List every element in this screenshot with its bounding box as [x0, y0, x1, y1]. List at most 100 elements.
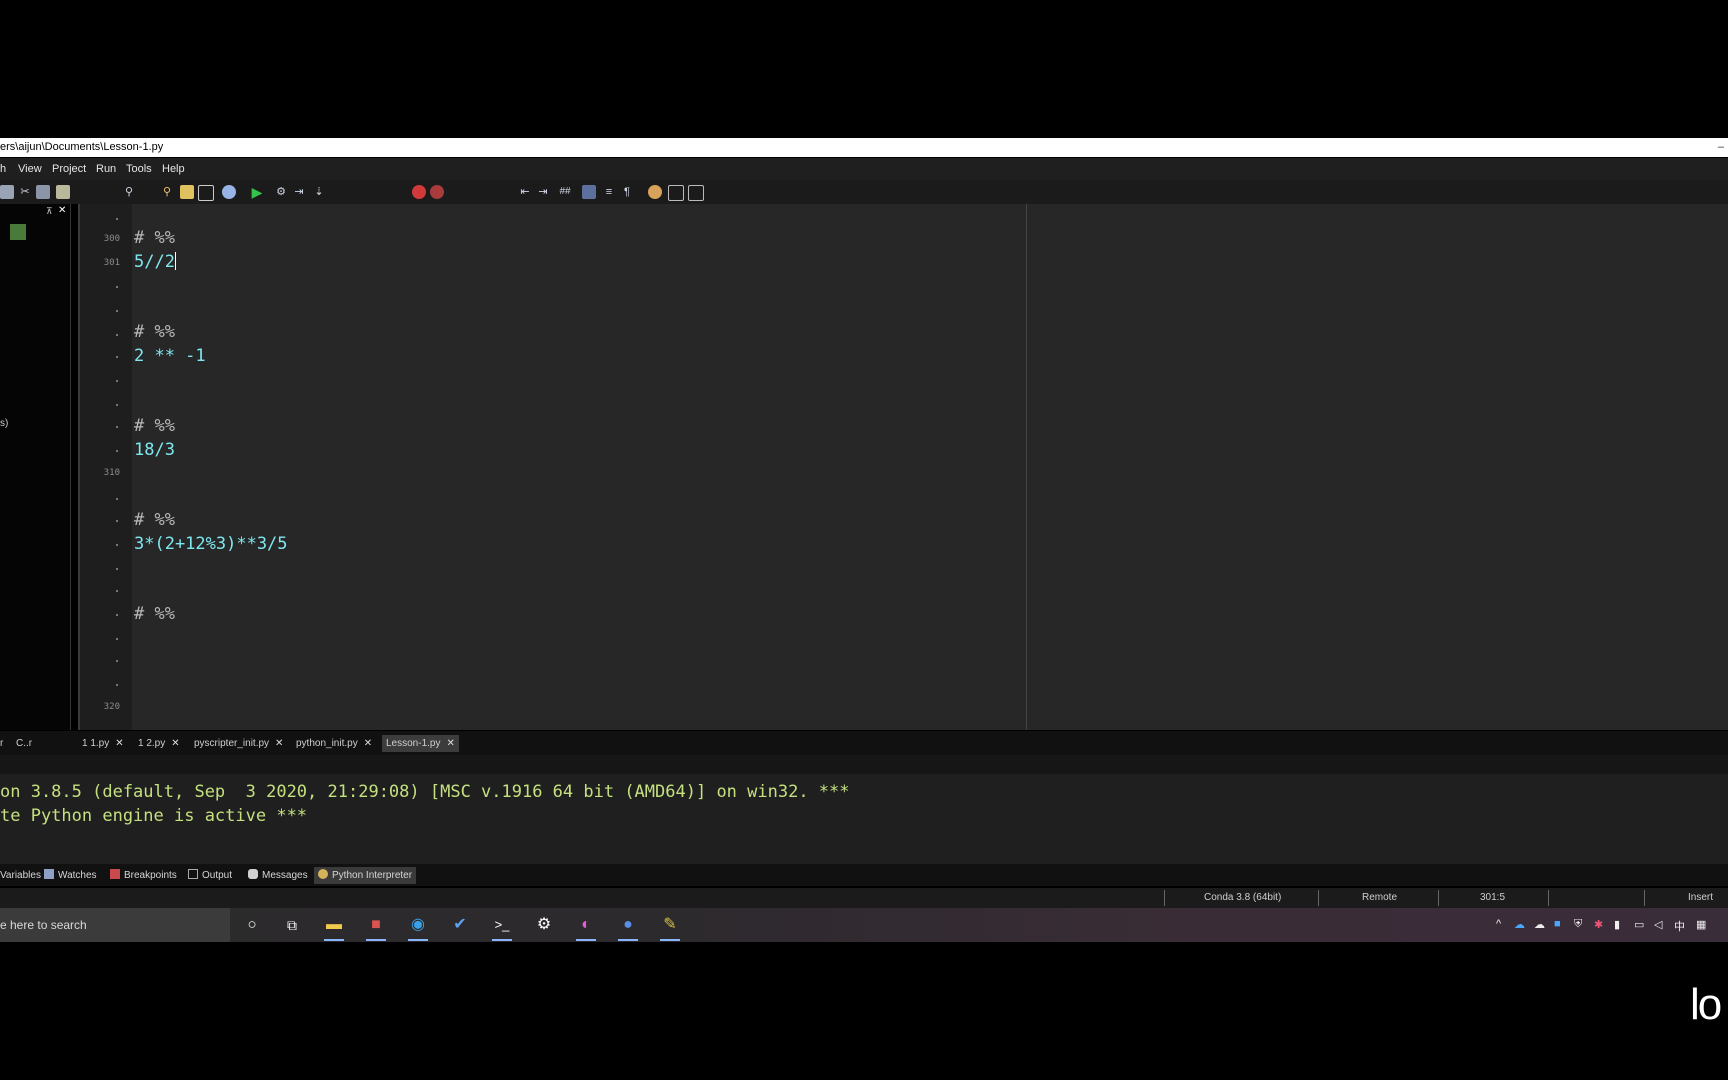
input-method[interactable]: 中 [1674, 918, 1685, 934]
code-line[interactable]: 18/3 [134, 440, 175, 460]
code-line[interactable]: 2 ** -1 [134, 346, 206, 366]
replace-icon[interactable] [180, 185, 194, 199]
qbittorrent-icon[interactable]: ● [616, 914, 640, 941]
code-line[interactable]: # %% [134, 510, 175, 530]
line-marker [116, 544, 118, 546]
status-interpreter[interactable]: Conda 3.8 (64bit) [1204, 892, 1281, 903]
tab-output[interactable]: Output [188, 867, 232, 884]
step-into-icon[interactable]: ⇥ [292, 185, 306, 199]
cut-icon[interactable]: ✂ [18, 185, 32, 199]
paste-icon[interactable] [56, 185, 70, 199]
left-panel-tab[interactable]: r [0, 735, 3, 752]
code-line[interactable]: # %% [134, 604, 175, 624]
window-icon[interactable] [688, 185, 704, 201]
file-explorer-icon[interactable]: ▬ [322, 914, 346, 941]
status-divider [1318, 890, 1319, 906]
menu-project[interactable]: Project [52, 158, 86, 180]
breakpoint-icon[interactable] [412, 185, 426, 199]
file-tab-active[interactable]: Lesson-1.py ✕ [382, 735, 459, 752]
paragraph-icon[interactable]: ¶ [620, 185, 634, 199]
step-out-icon[interactable]: ⇣ [312, 185, 326, 199]
code-line-current[interactable]: 5//2 [134, 252, 176, 272]
edge-icon[interactable]: ◉ [406, 914, 430, 941]
taskbar-search-box[interactable]: e here to search [0, 908, 230, 942]
save-icon[interactable] [0, 185, 14, 199]
close-tab-icon[interactable]: ✕ [275, 738, 283, 749]
word-wrap-icon[interactable] [582, 185, 596, 199]
file-tab[interactable]: python_init.py ✕ [296, 735, 372, 752]
code-line[interactable]: 3*(2+12%3)**3/5 [134, 534, 288, 554]
task-view-icon[interactable]: ⧉ [280, 914, 304, 936]
onedrive-icon[interactable]: ☁ [1514, 918, 1525, 931]
code-line[interactable]: # %% [134, 322, 175, 342]
outlook-icon[interactable]: ■ [1554, 918, 1561, 930]
security-icon[interactable]: ⛨ [1574, 918, 1582, 931]
ime-mode-icon[interactable]: ▦ [1696, 918, 1706, 931]
menu-run[interactable]: Run [96, 158, 116, 180]
network-icon[interactable]: ▭ [1634, 918, 1644, 931]
show-hidden-icons[interactable]: ^ [1496, 918, 1501, 930]
tool-window-tabs: Variables Watches Breakpoints Output Mes… [0, 864, 1728, 886]
tab-breakpoints[interactable]: Breakpoints [110, 867, 177, 884]
menu-view[interactable]: View [18, 158, 42, 180]
app-tray-icon[interactable]: ✱ [1594, 918, 1603, 931]
tab-messages[interactable]: Messages [248, 867, 308, 884]
line-marker [116, 660, 118, 662]
close-tab-icon[interactable]: ✕ [171, 738, 179, 749]
menu-tools[interactable]: Tools [126, 158, 152, 180]
minimize-button[interactable]: – [1718, 138, 1724, 157]
menu-bar: h View Project Run Tools Help [0, 158, 1728, 180]
debug-icon[interactable]: ⚙ [274, 185, 288, 199]
tab-label: Output [202, 870, 233, 881]
close-tab-icon[interactable]: ✕ [364, 738, 372, 749]
goto-line-icon[interactable] [198, 185, 214, 201]
file-tab[interactable]: 1 1.py ✕ [82, 735, 124, 752]
pyscripter-icon[interactable]: ✎ [658, 914, 682, 941]
code-line[interactable]: # %% [134, 228, 175, 248]
cloud-icon[interactable]: ☁ [1534, 918, 1545, 931]
chat-app-icon[interactable]: ◐ [574, 914, 598, 941]
code-line[interactable]: # %% [134, 416, 175, 436]
clear-breakpoints-icon[interactable] [430, 185, 444, 199]
usb-icon[interactable]: ▮ [1614, 918, 1620, 931]
comment-icon[interactable]: ## [558, 185, 572, 199]
close-tab-icon[interactable]: ✕ [446, 738, 454, 749]
dedent-icon[interactable]: ⇥ [536, 185, 550, 199]
python-icon[interactable] [648, 185, 662, 199]
console-line: on 3.8.5 (default, Sep 3 2020, 21:29:08)… [0, 782, 850, 802]
syntax-check-icon[interactable] [222, 185, 236, 199]
pin-icon[interactable]: ⊼ [46, 206, 53, 217]
cortana-icon[interactable]: ○ [240, 914, 264, 936]
whitespace-icon[interactable]: ≡ [602, 185, 616, 199]
close-tab-icon[interactable]: ✕ [115, 738, 123, 749]
file-tab-label: python_init.py [296, 738, 358, 749]
todo-icon[interactable]: ✔ [448, 914, 472, 936]
menu-edit-partial[interactable]: h [0, 158, 6, 180]
panel-splitter[interactable] [0, 755, 1728, 774]
terminal-icon[interactable]: >_ [490, 914, 514, 941]
layout-icon[interactable] [668, 185, 684, 201]
copy-icon[interactable] [36, 185, 50, 199]
menu-help[interactable]: Help [162, 158, 185, 180]
close-panel-icon[interactable]: ✕ [58, 205, 66, 216]
file-tab[interactable]: 1 2.py ✕ [138, 735, 180, 752]
file-tab[interactable]: pyscripter_init.py ✕ [194, 735, 283, 752]
tab-variables[interactable]: Variables [0, 867, 41, 884]
tab-watches[interactable]: Watches [44, 867, 97, 884]
line-number-gutter: 300 301 310 320 [80, 204, 132, 730]
left-panel-tab-c[interactable]: C..r [16, 735, 32, 752]
rider-icon[interactable]: ■ [364, 914, 388, 941]
line-marker [116, 614, 118, 616]
settings-icon[interactable]: ⚙ [532, 914, 556, 936]
project-icon[interactable] [10, 224, 26, 240]
indent-icon[interactable]: ⇤ [518, 185, 532, 199]
status-engine[interactable]: Remote [1362, 892, 1397, 903]
python-interpreter-console[interactable]: on 3.8.5 (default, Sep 3 2020, 21:29:08)… [0, 774, 1728, 864]
run-icon[interactable]: ▶ [250, 185, 264, 199]
find-in-files-icon[interactable]: ⚲ [160, 185, 174, 199]
code-editor[interactable]: 300 301 310 320 # %% 5//2 # %% 2 ** -1 #… [78, 204, 1728, 730]
line-marker [116, 334, 118, 336]
search-icon[interactable]: ⚲ [122, 185, 136, 199]
tab-python-interpreter[interactable]: Python Interpreter [314, 867, 417, 884]
volume-icon[interactable]: ◁ [1654, 918, 1662, 931]
